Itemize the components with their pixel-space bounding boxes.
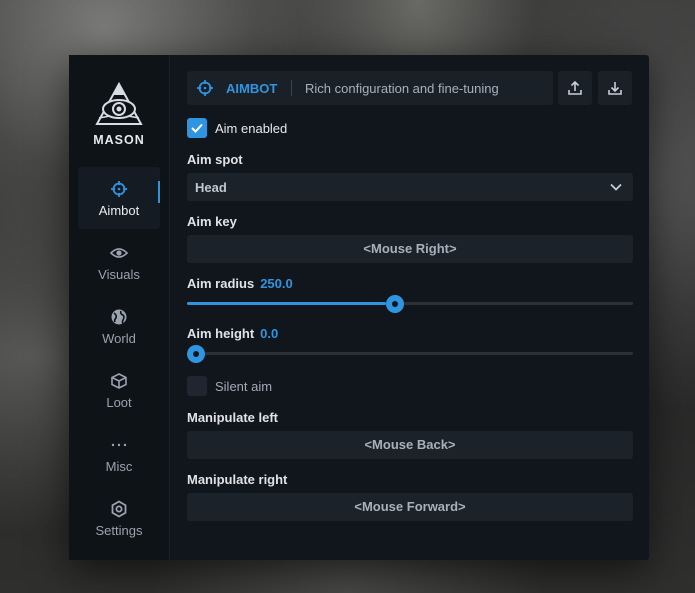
- download-icon: [608, 82, 622, 95]
- silent-aim-checkbox[interactable]: [187, 376, 207, 396]
- slider-fill: [187, 302, 386, 305]
- aim-key-value: <Mouse Right>: [363, 241, 457, 256]
- manipulate-left-label: Manipulate left: [187, 410, 278, 425]
- active-indicator: [158, 181, 160, 203]
- sidebar: MASON Aimbot Visuals World Loot Misc Set…: [69, 55, 170, 560]
- logo: MASON: [69, 81, 169, 147]
- aim-height-label: Aim height 0.0: [187, 326, 278, 341]
- slider-thumb[interactable]: [386, 295, 404, 313]
- manipulate-right-label-text: Manipulate right: [187, 472, 288, 487]
- eye-icon: [110, 248, 128, 258]
- crosshair-icon: [111, 181, 127, 197]
- aim-spot-label: Aim spot: [187, 152, 243, 167]
- section-header: AIMBOT Rich configuration and fine-tunin…: [187, 71, 553, 105]
- sidebar-item-aimbot[interactable]: Aimbot: [78, 167, 160, 229]
- section-subtitle: Rich configuration and fine-tuning: [305, 81, 499, 96]
- sidebar-item-label: Settings: [95, 523, 143, 538]
- manipulate-left-label-text: Manipulate left: [187, 410, 279, 425]
- aim-key-label: Aim key: [187, 214, 237, 229]
- manipulate-left-binding[interactable]: <Mouse Back>: [187, 431, 633, 459]
- manipulate-right-value: <Mouse Forward>: [354, 499, 466, 514]
- sidebar-item-label: Misc: [105, 459, 133, 474]
- eye-pyramid-logo-icon: [95, 81, 143, 125]
- aim-spot-value: Head: [195, 180, 227, 195]
- sidebar-item-loot[interactable]: Loot: [78, 359, 160, 421]
- aim-enabled-label: Aim enabled: [215, 121, 288, 136]
- brand-name: MASON: [93, 133, 145, 147]
- slider-thumb[interactable]: [187, 345, 205, 363]
- sidebar-item-label: Aimbot: [98, 203, 140, 218]
- manipulate-left-value: <Mouse Back>: [364, 437, 456, 452]
- aim-spot-select[interactable]: Head: [187, 173, 633, 201]
- divider: [291, 80, 292, 96]
- sidebar-item-visuals[interactable]: Visuals: [78, 231, 160, 293]
- aim-enabled-checkbox[interactable]: [187, 118, 207, 138]
- globe-icon: [111, 309, 127, 325]
- crosshair-icon: [197, 80, 213, 96]
- chevron-down-icon: [610, 183, 622, 191]
- aim-key-binding[interactable]: <Mouse Right>: [187, 235, 633, 263]
- manipulate-right-label: Manipulate right: [187, 472, 287, 487]
- aim-radius-slider[interactable]: [187, 295, 633, 313]
- sidebar-item-misc[interactable]: Misc: [78, 423, 160, 485]
- sidebar-item-label: Visuals: [98, 267, 140, 282]
- silent-aim-label: Silent aim: [215, 379, 273, 394]
- gear-icon: [111, 500, 127, 518]
- cube-icon: [111, 373, 127, 389]
- aim-height-value: 0.0: [260, 326, 279, 341]
- sidebar-item-label: World: [102, 331, 136, 346]
- aim-height-label-text: Aim height: [187, 326, 255, 341]
- config-window: MASON Aimbot Visuals World Loot Misc Set…: [69, 55, 649, 560]
- upload-icon: [568, 80, 582, 95]
- aim-spot-label-text: Aim spot: [187, 152, 243, 167]
- aim-radius-value: 250.0: [260, 276, 293, 291]
- slider-track[interactable]: [187, 352, 633, 355]
- manipulate-right-binding[interactable]: <Mouse Forward>: [187, 493, 633, 521]
- import-button[interactable]: [598, 71, 632, 105]
- aim-height-slider[interactable]: [187, 345, 633, 363]
- section-title: AIMBOT: [226, 81, 278, 96]
- aim-radius-label-text: Aim radius: [187, 276, 255, 291]
- sidebar-item-world[interactable]: World: [78, 295, 160, 357]
- aim-radius-label: Aim radius 250.0: [187, 276, 293, 291]
- sidebar-item-settings[interactable]: Settings: [78, 487, 160, 549]
- checkmark-icon: [191, 123, 203, 133]
- export-button[interactable]: [558, 71, 592, 105]
- aim-key-label-text: Aim key: [187, 214, 237, 229]
- sidebar-item-label: Loot: [106, 395, 132, 410]
- ellipsis-icon: [111, 443, 127, 447]
